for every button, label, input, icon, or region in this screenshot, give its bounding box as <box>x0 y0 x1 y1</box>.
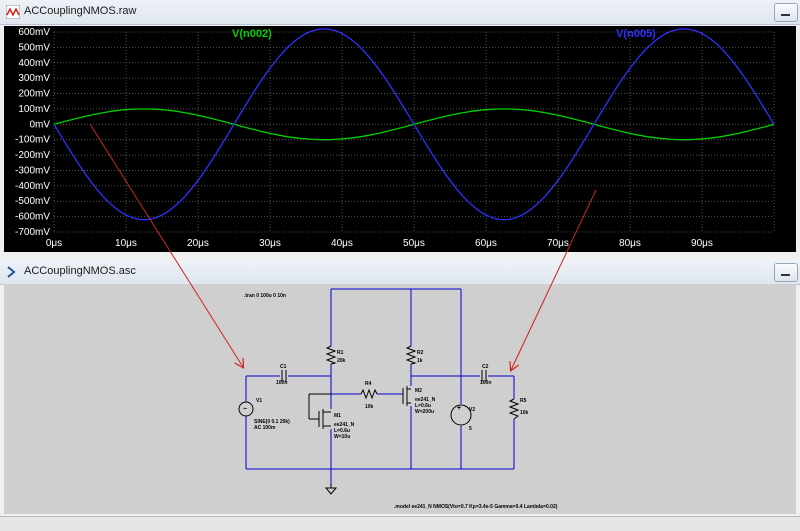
x-tick-label: 50μs <box>403 238 425 249</box>
m1-w: W=10u <box>334 434 350 440</box>
minimize-button[interactable] <box>774 3 798 22</box>
v1-ac: AC 100m <box>254 425 276 431</box>
c2-value: 100n <box>480 380 491 386</box>
plot-svg: 600mV 500mV 400mV 300mV 200mV 100mV 0mV -100mV -… <box>15 27 775 249</box>
svg-text:+: + <box>457 405 461 412</box>
x-tick-label: 20μs <box>187 238 209 249</box>
x-tick-label: 10μs <box>115 238 137 249</box>
x-tick-label: 0μs <box>46 238 62 249</box>
y-tick-label: -300mV <box>15 165 50 176</box>
schematic-canvas[interactable]: ~ + .tran 0 100u 0 10n C1 100n C2 100n R… <box>4 284 796 514</box>
r1-value: 20k <box>337 358 346 364</box>
y-tick-label: 500mV <box>18 42 50 53</box>
trace-label-vn005: V(n005) <box>616 28 656 40</box>
minimize-icon <box>781 14 790 16</box>
x-tick-label: 40μs <box>331 238 353 249</box>
r4-label: R4 <box>365 381 372 387</box>
plot-window-titlebar[interactable]: ACCouplingNMOS.raw <box>0 0 800 25</box>
m1-label: M1 <box>334 413 341 419</box>
schematic-svg: ~ + .tran 0 100u 0 10n C1 100n C2 100n R… <box>238 288 558 510</box>
r2-value: 1k <box>417 358 423 364</box>
schematic-window-titlebar[interactable]: ACCouplingNMOS.asc <box>0 260 800 285</box>
y-tick-label: 400mV <box>18 58 50 69</box>
y-tick-label: 600mV <box>18 27 50 38</box>
c2-label: C2 <box>482 364 489 370</box>
waveform-plot[interactable]: 600mV 500mV 400mV 300mV 200mV 100mV 0mV -100mV -… <box>4 26 796 252</box>
model-directive: .model ee241_N NMOS(Vto=0.7 Kp=3.4e-5 Ga… <box>394 504 558 510</box>
y-tick-label: 300mV <box>18 73 50 84</box>
y-tick-label: -500mV <box>15 196 50 207</box>
v2-label: V2 <box>469 407 475 413</box>
schematic-minimize-button[interactable] <box>774 263 798 282</box>
c1-label: C1 <box>280 364 287 370</box>
y-tick-label: -600mV <box>15 212 50 223</box>
y-tick-label: 0mV <box>29 119 50 130</box>
x-tick-label: 80μs <box>619 238 641 249</box>
status-bar <box>0 516 800 531</box>
r2-label: R2 <box>417 350 424 356</box>
y-tick-label: -200mV <box>15 150 50 161</box>
y-tick-label: -100mV <box>15 135 50 146</box>
v1-label: V1 <box>256 398 262 404</box>
y-tick-label: 200mV <box>18 89 50 100</box>
y-tick-label: -700mV <box>15 227 50 238</box>
trace-label-vn002: V(n002) <box>232 28 272 40</box>
tran-directive: .tran 0 100u 0 10n <box>244 293 286 299</box>
r5-value: 10k <box>520 410 529 416</box>
y-tick-label: 100mV <box>18 104 50 115</box>
r5-label: R5 <box>520 398 527 404</box>
v2-value: 5 <box>469 426 472 432</box>
m2-w: W=200u <box>415 409 434 415</box>
x-tick-label: 90μs <box>691 238 713 249</box>
m2-label: M2 <box>415 388 422 394</box>
y-tick-label: -400mV <box>15 181 50 192</box>
plot-window: ACCouplingNMOS.raw 600mV 500mV 400mV 300mV 2… <box>0 0 800 256</box>
c1-value: 100n <box>276 380 287 386</box>
schematic-window-title: ACCouplingNMOS.asc <box>24 265 136 277</box>
waveform-icon <box>6 5 20 19</box>
x-tick-label: 30μs <box>259 238 281 249</box>
r1-label: R1 <box>337 350 344 356</box>
x-tick-label: 60μs <box>475 238 497 249</box>
x-tick-label: 70μs <box>547 238 569 249</box>
minimize-icon <box>781 274 790 276</box>
r4-value: 10k <box>365 404 374 410</box>
plot-window-title: ACCouplingNMOS.raw <box>24 5 137 17</box>
schematic-icon <box>7 266 16 278</box>
svg-text:~: ~ <box>243 406 247 413</box>
